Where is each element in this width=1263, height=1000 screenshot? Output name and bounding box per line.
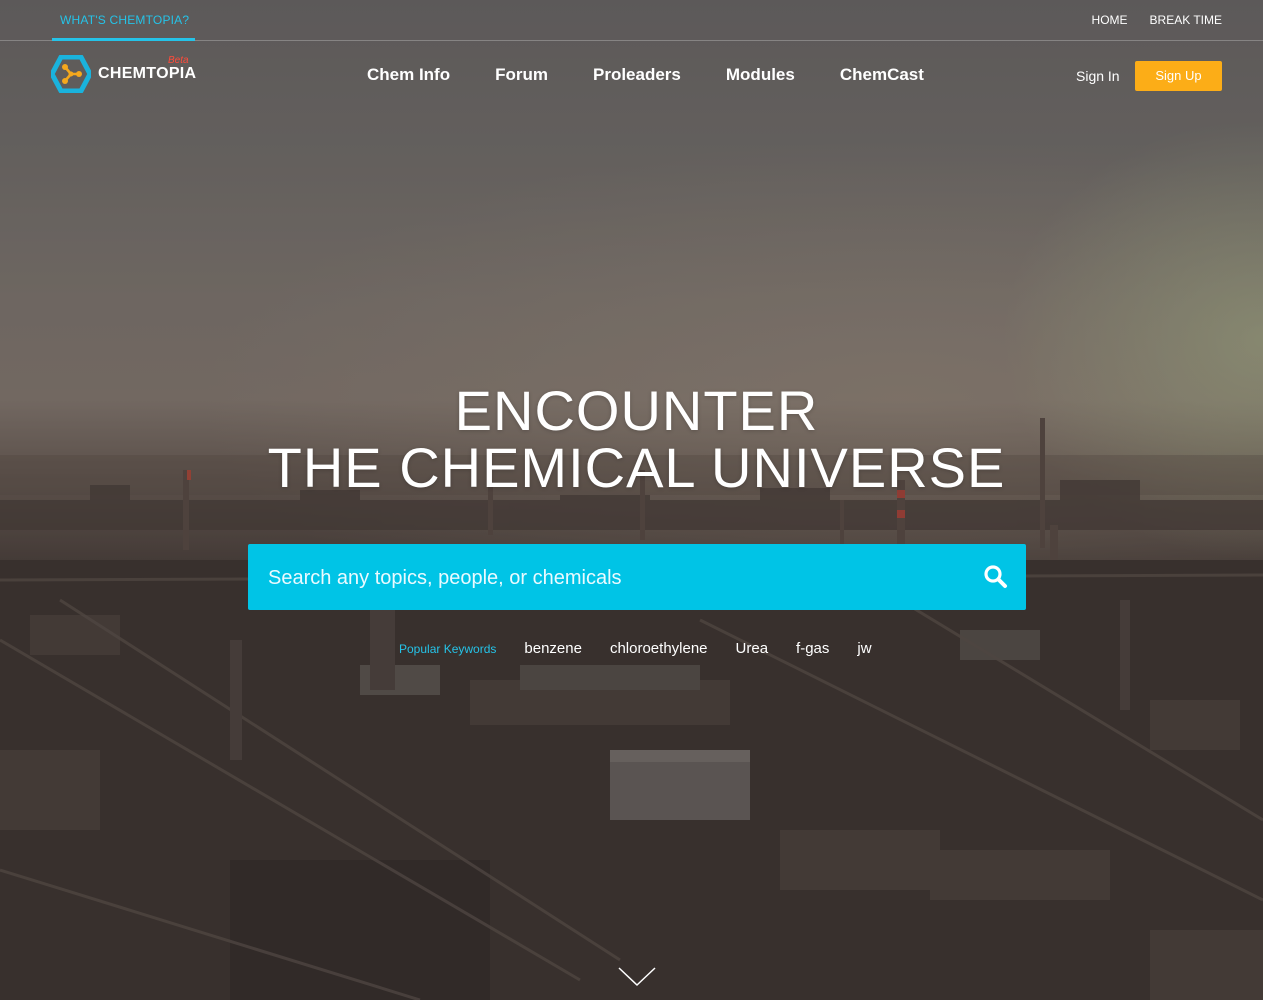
hero-heading-line-1: ENCOUNTER xyxy=(454,379,819,442)
hero-background-image xyxy=(0,0,1263,1000)
keyword-benzene[interactable]: benzene xyxy=(524,640,582,657)
beta-badge: Beta xyxy=(168,55,189,66)
nav-item-proleaders[interactable]: Proleaders xyxy=(593,65,681,85)
top-links: HOME BREAK TIME xyxy=(1092,13,1222,27)
brand-name: CHEMTOPIA xyxy=(98,65,197,82)
hero-heading-line-2: THE CHEMICAL UNIVERSE xyxy=(267,436,1006,499)
home-link[interactable]: HOME xyxy=(1092,13,1128,27)
keyword-jw[interactable]: jw xyxy=(857,640,871,657)
chemtopia-logo[interactable]: CHEMTOPIA Beta xyxy=(51,55,211,95)
active-link-underline xyxy=(52,38,195,41)
nav-item-chemcast[interactable]: ChemCast xyxy=(840,65,924,85)
sign-up-button[interactable]: Sign Up xyxy=(1135,61,1222,91)
nav-item-modules[interactable]: Modules xyxy=(726,65,795,85)
nav-item-chem-info[interactable]: Chem Info xyxy=(367,65,450,85)
sign-in-link[interactable]: Sign In xyxy=(1076,68,1120,84)
molecule-hexagon-icon xyxy=(51,55,91,93)
top-utility-bar: WHAT'S CHEMTOPIA? HOME BREAK TIME xyxy=(0,0,1263,41)
popular-keywords: Popular Keywords benzene chloroethylene … xyxy=(399,640,872,657)
search-bar xyxy=(248,544,1026,612)
main-nav: Chem Info Forum Proleaders Modules ChemC… xyxy=(367,65,924,85)
search-icon[interactable] xyxy=(982,563,1010,591)
keyword-urea[interactable]: Urea xyxy=(736,640,769,657)
popular-keywords-label: Popular Keywords xyxy=(399,642,497,656)
break-time-link[interactable]: BREAK TIME xyxy=(1150,13,1222,27)
landing-page: WHAT'S CHEMTOPIA? HOME BREAK TIME CHEMTO… xyxy=(0,0,1263,1000)
whats-chemtopia-link[interactable]: WHAT'S CHEMTOPIA? xyxy=(60,13,189,27)
hero-heading: ENCOUNTER THE CHEMICAL UNIVERSE xyxy=(0,382,1263,496)
keyword-chloroethylene[interactable]: chloroethylene xyxy=(610,640,708,657)
keyword-f-gas[interactable]: f-gas xyxy=(796,640,829,657)
nav-item-forum[interactable]: Forum xyxy=(495,65,548,85)
chevron-down-icon[interactable] xyxy=(617,966,657,988)
search-input[interactable] xyxy=(266,544,970,612)
